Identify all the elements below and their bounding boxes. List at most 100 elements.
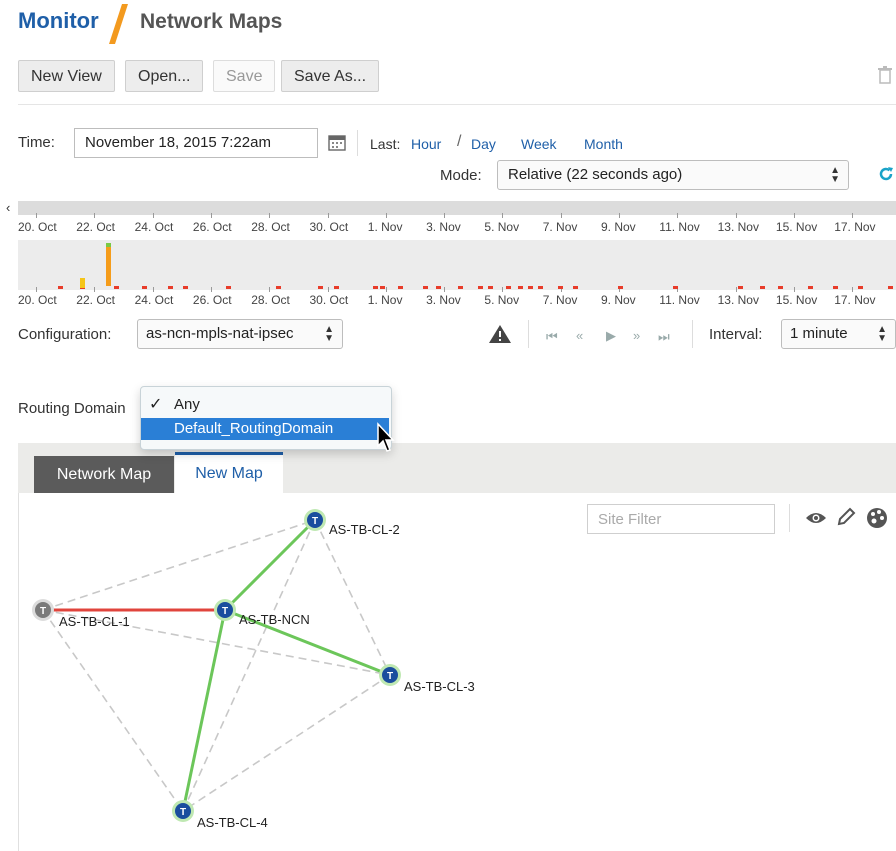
timeline-event-marker	[380, 286, 385, 289]
timeline-tick-mark	[444, 213, 446, 218]
timeline-event-marker	[738, 286, 743, 289]
timeline-tick-label: 15. Nov	[775, 220, 818, 234]
open-button[interactable]: Open...	[125, 60, 204, 92]
timeline-tick-mark	[560, 213, 562, 218]
tab-new-map[interactable]: New Map	[175, 452, 283, 493]
timeline-tick-mark	[444, 287, 446, 292]
rewind-icon[interactable]: «	[576, 328, 584, 343]
timeline-event-marker	[808, 286, 813, 289]
map-link[interactable]	[42, 519, 316, 611]
play-icon[interactable]: ▶	[606, 328, 617, 344]
map-link[interactable]	[223, 518, 317, 612]
map-node[interactable]: T AS-TB-CL-2	[304, 509, 400, 537]
map-node[interactable]: T AS-TB-CL-4	[172, 800, 268, 830]
toolbar-divider	[18, 104, 896, 105]
select-arrows-icon: ▲ ▼	[324, 324, 334, 344]
timeline-tick-label: 9. Nov	[601, 220, 636, 234]
timeline-event-marker	[373, 286, 378, 289]
node-badge-label: T	[312, 516, 318, 527]
timeline-event-marker	[114, 286, 119, 289]
configuration-select[interactable]: as-ncn-mpls-nat-ipsec ▲ ▼	[137, 319, 343, 349]
save-as-button[interactable]: Save As...	[281, 60, 380, 92]
new-view-button[interactable]: New View	[18, 60, 115, 92]
timeline-tick-mark	[94, 213, 96, 218]
timeline-event-marker	[423, 286, 428, 289]
fast-forward-icon[interactable]: »	[633, 328, 641, 343]
timeline-tick-label: 28. Oct	[251, 220, 290, 234]
map-node-label: AS-TB-CL-3	[404, 679, 475, 694]
save-button[interactable]: Save	[213, 60, 276, 92]
timeline-event-marker	[558, 286, 563, 289]
timeline-event-marker	[858, 286, 863, 289]
timeline-event-marker	[833, 286, 838, 289]
range-week-link[interactable]: Week	[521, 136, 557, 152]
time-input[interactable]: November 18, 2015 7:22am	[74, 128, 318, 158]
timeline-event-marker	[334, 286, 339, 289]
breadcrumb-monitor[interactable]: Monitor	[18, 8, 99, 34]
timeline-tick-mark	[852, 287, 854, 292]
divider	[528, 320, 529, 348]
trash-icon[interactable]	[878, 66, 892, 84]
map-node[interactable]: T AS-TB-CL-1	[32, 599, 130, 629]
calendar-icon[interactable]	[328, 133, 346, 151]
timeline-tick-mark	[269, 287, 271, 292]
skip-first-icon[interactable]: ⏮	[546, 329, 559, 345]
skip-last-icon[interactable]: ⏭	[658, 329, 671, 345]
timeline-tick-label: 5. Nov	[484, 293, 520, 307]
timeline-tick-mark	[735, 287, 737, 292]
interval-select[interactable]: 1 minute ▲ ▼	[781, 319, 896, 349]
timeline-band[interactable]	[18, 240, 896, 290]
timeline-tick-mark	[502, 287, 504, 292]
timeline-tick-mark	[619, 213, 620, 218]
option-label: Any	[174, 396, 200, 413]
map-node-label: AS-TB-CL-4	[197, 815, 268, 830]
timeline-event-marker	[573, 286, 578, 289]
routing-domain-dropdown[interactable]: ✓ Any Default_RoutingDomain	[140, 386, 392, 450]
mode-label: Mode:	[440, 167, 482, 184]
tab-network-map[interactable]: Network Map	[34, 456, 174, 493]
range-separator: /	[457, 133, 462, 150]
eye-icon[interactable]	[805, 510, 827, 526]
map-node[interactable]: T AS-TB-NCN	[214, 599, 310, 627]
last-label: Last:	[370, 136, 401, 152]
timeline-tick-mark	[210, 213, 212, 218]
map-link[interactable]	[42, 609, 184, 812]
timeline-tick-label: 17. Nov	[834, 293, 876, 307]
timeline-event-bar	[106, 246, 111, 286]
network-map[interactable]: T AS-TB-CL-2 T AS-TB-CL-1 T AS-TB-NCN T AS-TB-C…	[19, 493, 896, 851]
map-node[interactable]: T AS-TB-CL-3	[379, 664, 475, 694]
timeline-tick-mark	[385, 287, 387, 292]
timeline-scroll-track[interactable]	[18, 201, 896, 215]
mode-select-value: Relative (22 seconds ago)	[508, 166, 683, 183]
site-filter-input[interactable]	[587, 504, 775, 534]
timeline-event-marker	[58, 286, 63, 289]
range-hour-link[interactable]: Hour	[411, 136, 441, 152]
range-month-link[interactable]: Month	[584, 136, 623, 152]
node-badge-label: T	[387, 671, 393, 682]
palette-icon[interactable]	[866, 507, 888, 529]
timeline-tick-label: 24. Oct	[134, 220, 174, 234]
map-node-label: AS-TB-CL-2	[329, 522, 400, 537]
map-link[interactable]	[314, 519, 391, 676]
map-link[interactable]	[182, 674, 391, 812]
routing-domain-option-any[interactable]: ✓ Any	[141, 394, 389, 416]
timeline-tick-label: 5. Nov	[484, 220, 520, 234]
timeline-tick-mark	[852, 213, 854, 218]
timeline-tick-mark	[502, 213, 504, 218]
timeline-left-handle-icon[interactable]: ‹	[6, 200, 10, 215]
timeline-event-marker	[183, 286, 188, 289]
divider	[789, 504, 790, 532]
map-canvas[interactable]: T AS-TB-CL-2 T AS-TB-CL-1 T AS-TB-NCN T AS-TB-C…	[18, 493, 896, 851]
mode-select[interactable]: Relative (22 seconds ago) ▲ ▼	[497, 160, 849, 190]
routing-domain-option-default[interactable]: Default_RoutingDomain	[141, 418, 389, 440]
timeline-tick-mark	[793, 213, 795, 218]
map-node-label: AS-TB-CL-1	[59, 614, 130, 629]
node-badge-label: T	[180, 807, 186, 818]
map-link[interactable]	[182, 519, 316, 812]
refresh-icon[interactable]	[876, 164, 896, 184]
warning-icon[interactable]	[488, 324, 512, 344]
pencil-icon[interactable]	[836, 507, 856, 527]
range-day-link[interactable]: Day	[471, 136, 496, 152]
timeline-tick-label: 15. Nov	[775, 293, 818, 307]
timeline-tick-label: 7. Nov	[542, 220, 578, 234]
